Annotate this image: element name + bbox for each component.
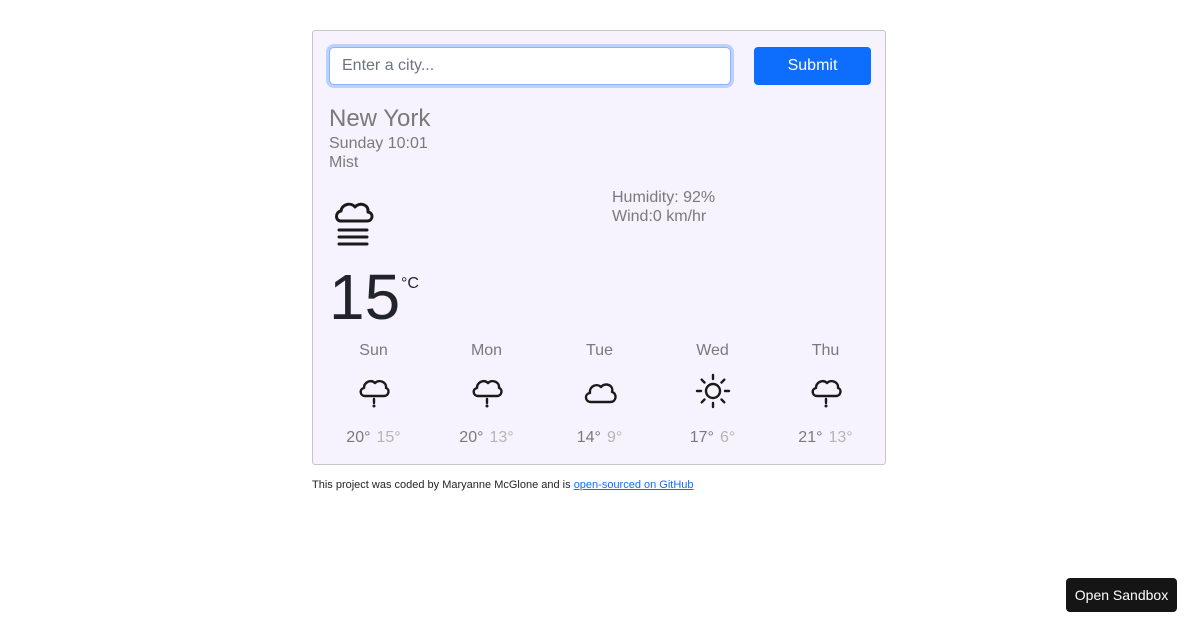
forecast-day: Thu 21° 13° (769, 341, 882, 451)
date-time: Sunday 10:01 (329, 135, 428, 152)
forecast-temps: 21° 13° (769, 429, 882, 447)
forecast: Sun 20° 15° Mon 20° 13° Tue 14° 9° Wed 1… (317, 341, 883, 451)
forecast-min: 9° (606, 429, 623, 446)
forecast-temps: 17° 6° (656, 429, 769, 447)
footer-text: This project was coded by Maryanne McGlo… (312, 479, 574, 491)
forecast-max: 20° (459, 429, 484, 446)
open-sandbox-button[interactable]: Open Sandbox (1066, 578, 1177, 612)
forecast-day-name: Thu (811, 342, 840, 359)
temperature-value: 15 (329, 261, 401, 333)
forecast-day-name: Mon (470, 342, 503, 359)
sun-icon (695, 373, 731, 409)
mist-icon (331, 199, 379, 251)
forecast-day-name: Tue (586, 342, 613, 359)
forecast-min: 13° (489, 429, 514, 446)
forecast-day-name: Wed (696, 342, 729, 359)
forecast-min: 6° (719, 429, 736, 446)
forecast-max: 21° (798, 429, 823, 446)
forecast-max: 14° (576, 429, 601, 446)
forecast-day: Wed 17° 6° (656, 341, 769, 451)
github-link[interactable]: open-sourced on GitHub (574, 479, 694, 491)
footer: This project was coded by Maryanne McGlo… (312, 479, 694, 491)
forecast-max: 20° (346, 429, 371, 446)
weather-description: Mist (329, 154, 359, 171)
forecast-temps: 20° 15° (317, 429, 430, 447)
wind: Wind:0 km/hr (612, 208, 707, 225)
rain-icon (808, 373, 844, 409)
forecast-day: Mon 20° 13° (430, 341, 543, 451)
cloud-icon (582, 373, 618, 409)
submit-button[interactable]: Submit (754, 47, 871, 85)
forecast-temps: 14° 9° (543, 429, 656, 447)
weather-details: Humidity: 92% Wind:0 km/hr (612, 188, 715, 226)
search-input[interactable] (329, 47, 731, 85)
search-form: Submit (329, 47, 871, 85)
rain-icon (356, 373, 392, 409)
forecast-day: Tue 14° 9° (543, 341, 656, 451)
forecast-max: 17° (689, 429, 714, 446)
humidity: Humidity: 92% (612, 189, 716, 206)
city-name: New York (329, 105, 431, 132)
temperature-unit[interactable]: °C (401, 275, 419, 293)
forecast-temps: 20° 13° (430, 429, 543, 447)
forecast-day: Sun 20° 15° (317, 341, 430, 451)
forecast-min: 13° (828, 429, 853, 446)
weather-app: Submit New York Sunday 10:01 Mist Humidi… (312, 30, 886, 465)
rain-icon (469, 373, 505, 409)
forecast-min: 15° (376, 429, 401, 446)
forecast-day-name: Sun (359, 342, 388, 359)
